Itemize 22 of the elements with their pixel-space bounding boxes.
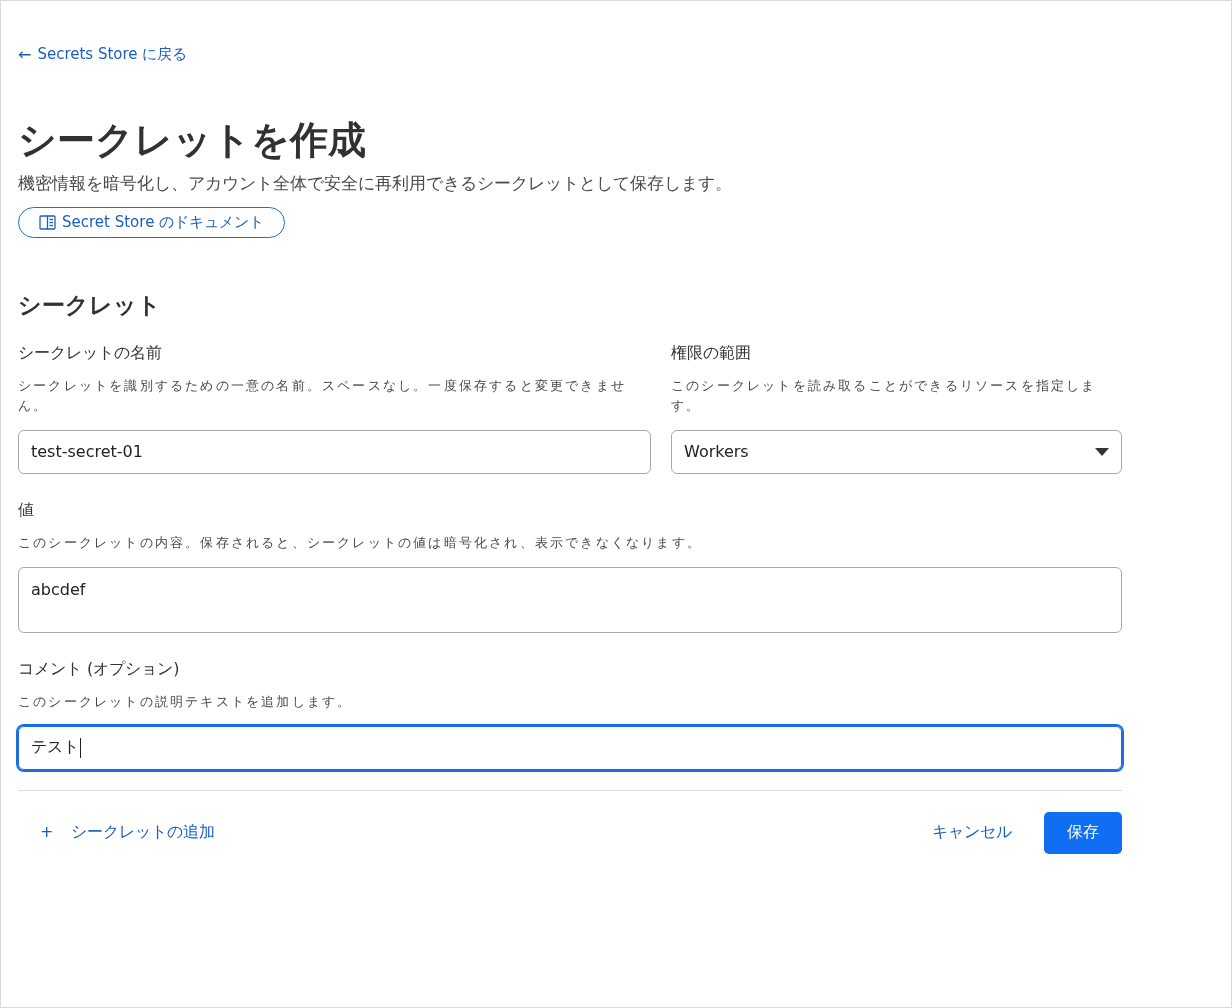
page-title: シークレットを作成 [18,118,367,164]
field-label: 値 [18,499,35,521]
dropdown-caret-icon [1095,447,1109,456]
field-label: 権限の範囲 [671,342,752,364]
field-help-text: このシークレットの説明テキストを追加します。 [18,692,354,711]
documentation-button[interactable]: Secret Store のドキュメント [18,206,286,238]
page-subtitle: 機密情報を暗号化し、アカウント全体で安全に再利用できるシークレットとして保存します。 [18,171,733,195]
cancel-button[interactable]: キャンセル [920,814,1024,852]
add-secret-link[interactable]: + シークレットの追加 [18,822,216,844]
field-help-text: このシークレットの内容。保存されると、シークレットの値は暗号化され、表示できなくなります。 [18,533,703,552]
back-link[interactable]: ← Secrets Store に戻る [18,45,188,64]
save-button[interactable]: 保存 [1044,811,1122,854]
scope-select[interactable]: Workers [671,429,1122,474]
field-label: シークレットの名前 [18,342,163,364]
input-field[interactable]: テスト [18,725,1122,770]
field-label: コメント (オプション) [18,658,181,680]
value-textarea[interactable]: abcdef [18,566,1122,633]
book-icon [39,214,56,230]
section-heading: シークレット [18,290,162,320]
field-help-text: このシークレットを読み取ることができるリソースを指定します。 [671,376,1098,415]
input-field[interactable]: test-secret-01 [18,429,651,474]
field-help-text: シークレットを識別するための一意の名前。スペースなし。一度保存すると変更できません。 [18,376,627,415]
